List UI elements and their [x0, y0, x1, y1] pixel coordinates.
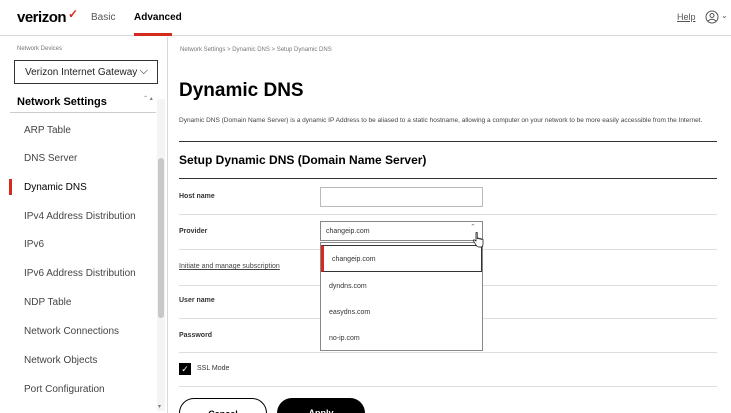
divider	[179, 141, 717, 142]
cancel-button[interactable]: Cancel	[179, 398, 267, 413]
provider-dropdown-list: changeip.com dyndns.com easydns.com no-i…	[320, 242, 483, 351]
host-name-label: Host name	[179, 193, 215, 200]
sidebar: Network Devices Verizon Internet Gateway…	[0, 37, 168, 413]
sidebar-item-ipv6-address-distribution[interactable]: IPv6 Address Distribution	[24, 268, 136, 279]
row-divider	[179, 214, 717, 215]
provider-option-changeip[interactable]: changeip.com	[321, 245, 482, 272]
sidebar-item-network-objects[interactable]: Network Objects	[24, 355, 97, 366]
sidebar-item-ipv4-address-distribution[interactable]: IPv4 Address Distribution	[24, 211, 136, 222]
help-link[interactable]: Help	[677, 12, 696, 22]
tab-active-indicator	[134, 33, 172, 36]
sidebar-divider	[10, 112, 156, 113]
scroll-down-arrow-icon[interactable]: ▾	[158, 403, 161, 410]
sidebar-item-dynamic-dns[interactable]: Dynamic DNS	[24, 182, 87, 193]
user-name-label: User name	[179, 297, 215, 304]
active-item-indicator	[9, 179, 12, 195]
provider-option-dyndns[interactable]: dyndns.com	[321, 273, 482, 300]
verizon-logo[interactable]: verizon	[17, 9, 67, 26]
provider-select[interactable]: changeip.com	[320, 221, 483, 241]
network-device-select[interactable]: Verizon Internet Gateway ⌵	[14, 60, 158, 84]
sidebar-section-network-settings[interactable]: Network Settings	[17, 96, 107, 108]
provider-selected-value: changeip.com	[326, 228, 370, 235]
provider-label: Provider	[179, 228, 208, 235]
page-title: Dynamic DNS	[179, 80, 304, 101]
hand-cursor-icon	[472, 232, 484, 248]
logo-check-icon: ✓	[68, 7, 79, 21]
apply-button[interactable]: Apply	[277, 398, 365, 413]
sidebar-item-dns-server[interactable]: DNS Server	[24, 153, 77, 164]
divider	[179, 178, 717, 179]
chevron-up-icon: ⌃	[470, 224, 476, 231]
network-devices-label: Network Devices	[17, 46, 63, 52]
sidebar-item-port-configuration[interactable]: Port Configuration	[24, 384, 105, 395]
top-bar: verizon ✓ Basic Advanced Help ⌄	[0, 0, 731, 36]
ssl-mode-label: SSL Mode	[197, 365, 230, 372]
sidebar-item-arp-table[interactable]: ARP Table	[24, 125, 71, 136]
user-menu-chevron-icon[interactable]: ⌄	[721, 11, 728, 20]
sidebar-item-ipv6[interactable]: IPv6	[24, 239, 44, 250]
user-icon[interactable]	[705, 10, 719, 24]
sidebar-item-network-connections[interactable]: Network Connections	[24, 326, 119, 337]
breadcrumb: Network Settings > Dynamic DNS > Setup D…	[180, 47, 332, 53]
collapse-arrows-icon[interactable]: ⌃ ▴	[143, 95, 153, 102]
chevron-down-icon: ⌵	[139, 65, 148, 77]
row-divider	[179, 352, 717, 353]
sidebar-item-ndp-table[interactable]: NDP Table	[24, 297, 71, 308]
tab-basic[interactable]: Basic	[91, 12, 115, 23]
sidebar-scrollbar-thumb[interactable]	[158, 158, 164, 318]
provider-option-easydns[interactable]: easydns.com	[321, 299, 482, 326]
provider-option-noip[interactable]: no-ip.com	[321, 325, 482, 352]
initiate-subscription-link[interactable]: Initiate and manage subscription	[179, 263, 280, 270]
row-divider	[179, 386, 717, 387]
section-title: Setup Dynamic DNS (Domain Name Server)	[179, 153, 427, 167]
network-device-value: Verizon Internet Gateway	[25, 67, 138, 78]
host-name-input[interactable]	[320, 187, 483, 207]
page-description: Dynamic DNS (Domain Name Server) is a dy…	[179, 117, 703, 124]
tab-advanced[interactable]: Advanced	[134, 12, 182, 23]
password-label: Password	[179, 332, 213, 339]
ssl-mode-checkbox[interactable]: ✓	[179, 363, 191, 375]
